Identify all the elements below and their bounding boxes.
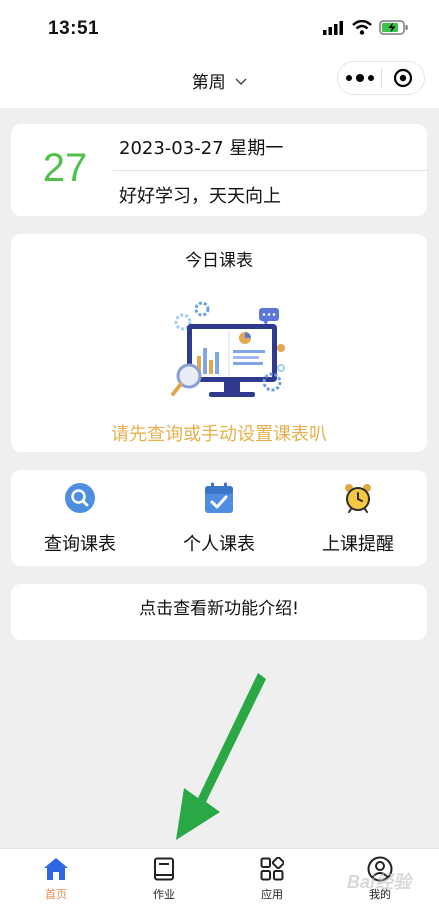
- status-bar: 13:51: [0, 0, 439, 58]
- watermark: Bai经验: [346, 872, 411, 892]
- personal-schedule-button[interactable]: 个人课表: [150, 480, 288, 556]
- alarm-clock-icon: [345, 484, 371, 513]
- calendar-check-icon: [205, 482, 233, 513]
- week-label: 第周: [191, 73, 226, 93]
- tab-homework[interactable]: 作业: [109, 855, 219, 902]
- class-reminder-button[interactable]: 上课提醒: [289, 480, 427, 556]
- status-time: 13:51: [48, 18, 100, 39]
- query-schedule-label: 查询课表: [44, 534, 116, 555]
- date-text: 2023-03-27 星期一: [119, 138, 284, 159]
- search-icon: [65, 483, 95, 513]
- divider: [113, 170, 427, 171]
- personal-schedule-label: 个人课表: [183, 534, 255, 555]
- tab-apps[interactable]: 应用: [217, 855, 327, 902]
- apps-icon: [260, 857, 284, 881]
- class-reminder-label: 上课提醒: [322, 534, 394, 555]
- tab-home[interactable]: 首页: [1, 855, 111, 902]
- chevron-down-icon: [235, 78, 247, 85]
- home-icon: [44, 858, 68, 880]
- tab-home-label: 首页: [45, 888, 67, 901]
- empty-schedule-illustration-icon: [171, 301, 285, 397]
- wifi-icon: [352, 20, 372, 35]
- today-schedule-card: 今日课表 请先查询或手动设置课表叭: [11, 234, 427, 452]
- tab-apps-label: 应用: [261, 888, 283, 901]
- more-options-icon[interactable]: [338, 74, 381, 82]
- battery-icon: [379, 20, 408, 35]
- schedule-title: 今日课表: [185, 251, 253, 271]
- day-number: 27: [42, 146, 88, 190]
- close-mini-program-icon[interactable]: [382, 68, 424, 88]
- motto-text: 好好学习，天天向上: [119, 186, 281, 207]
- feature-intro-text: 点击查看新功能介绍!: [139, 599, 299, 619]
- status-icons: [323, 20, 409, 35]
- actions-card: 查询课表 个人课表 上课提醒: [11, 470, 427, 566]
- mini-program-capsule: [337, 61, 425, 95]
- signal-icon: [323, 20, 343, 35]
- schedule-empty-hint[interactable]: 请先查询或手动设置课表叭: [11, 420, 427, 446]
- nav-bar: 第周: [0, 58, 439, 108]
- book-icon: [154, 857, 174, 881]
- feature-intro-card[interactable]: 点击查看新功能介绍!: [11, 584, 427, 640]
- query-schedule-button[interactable]: 查询课表: [11, 480, 149, 556]
- date-card: 27 2023-03-27 星期一 好好学习，天天向上: [11, 124, 427, 216]
- annotation-arrow-icon: [176, 673, 266, 840]
- tab-homework-label: 作业: [153, 888, 175, 901]
